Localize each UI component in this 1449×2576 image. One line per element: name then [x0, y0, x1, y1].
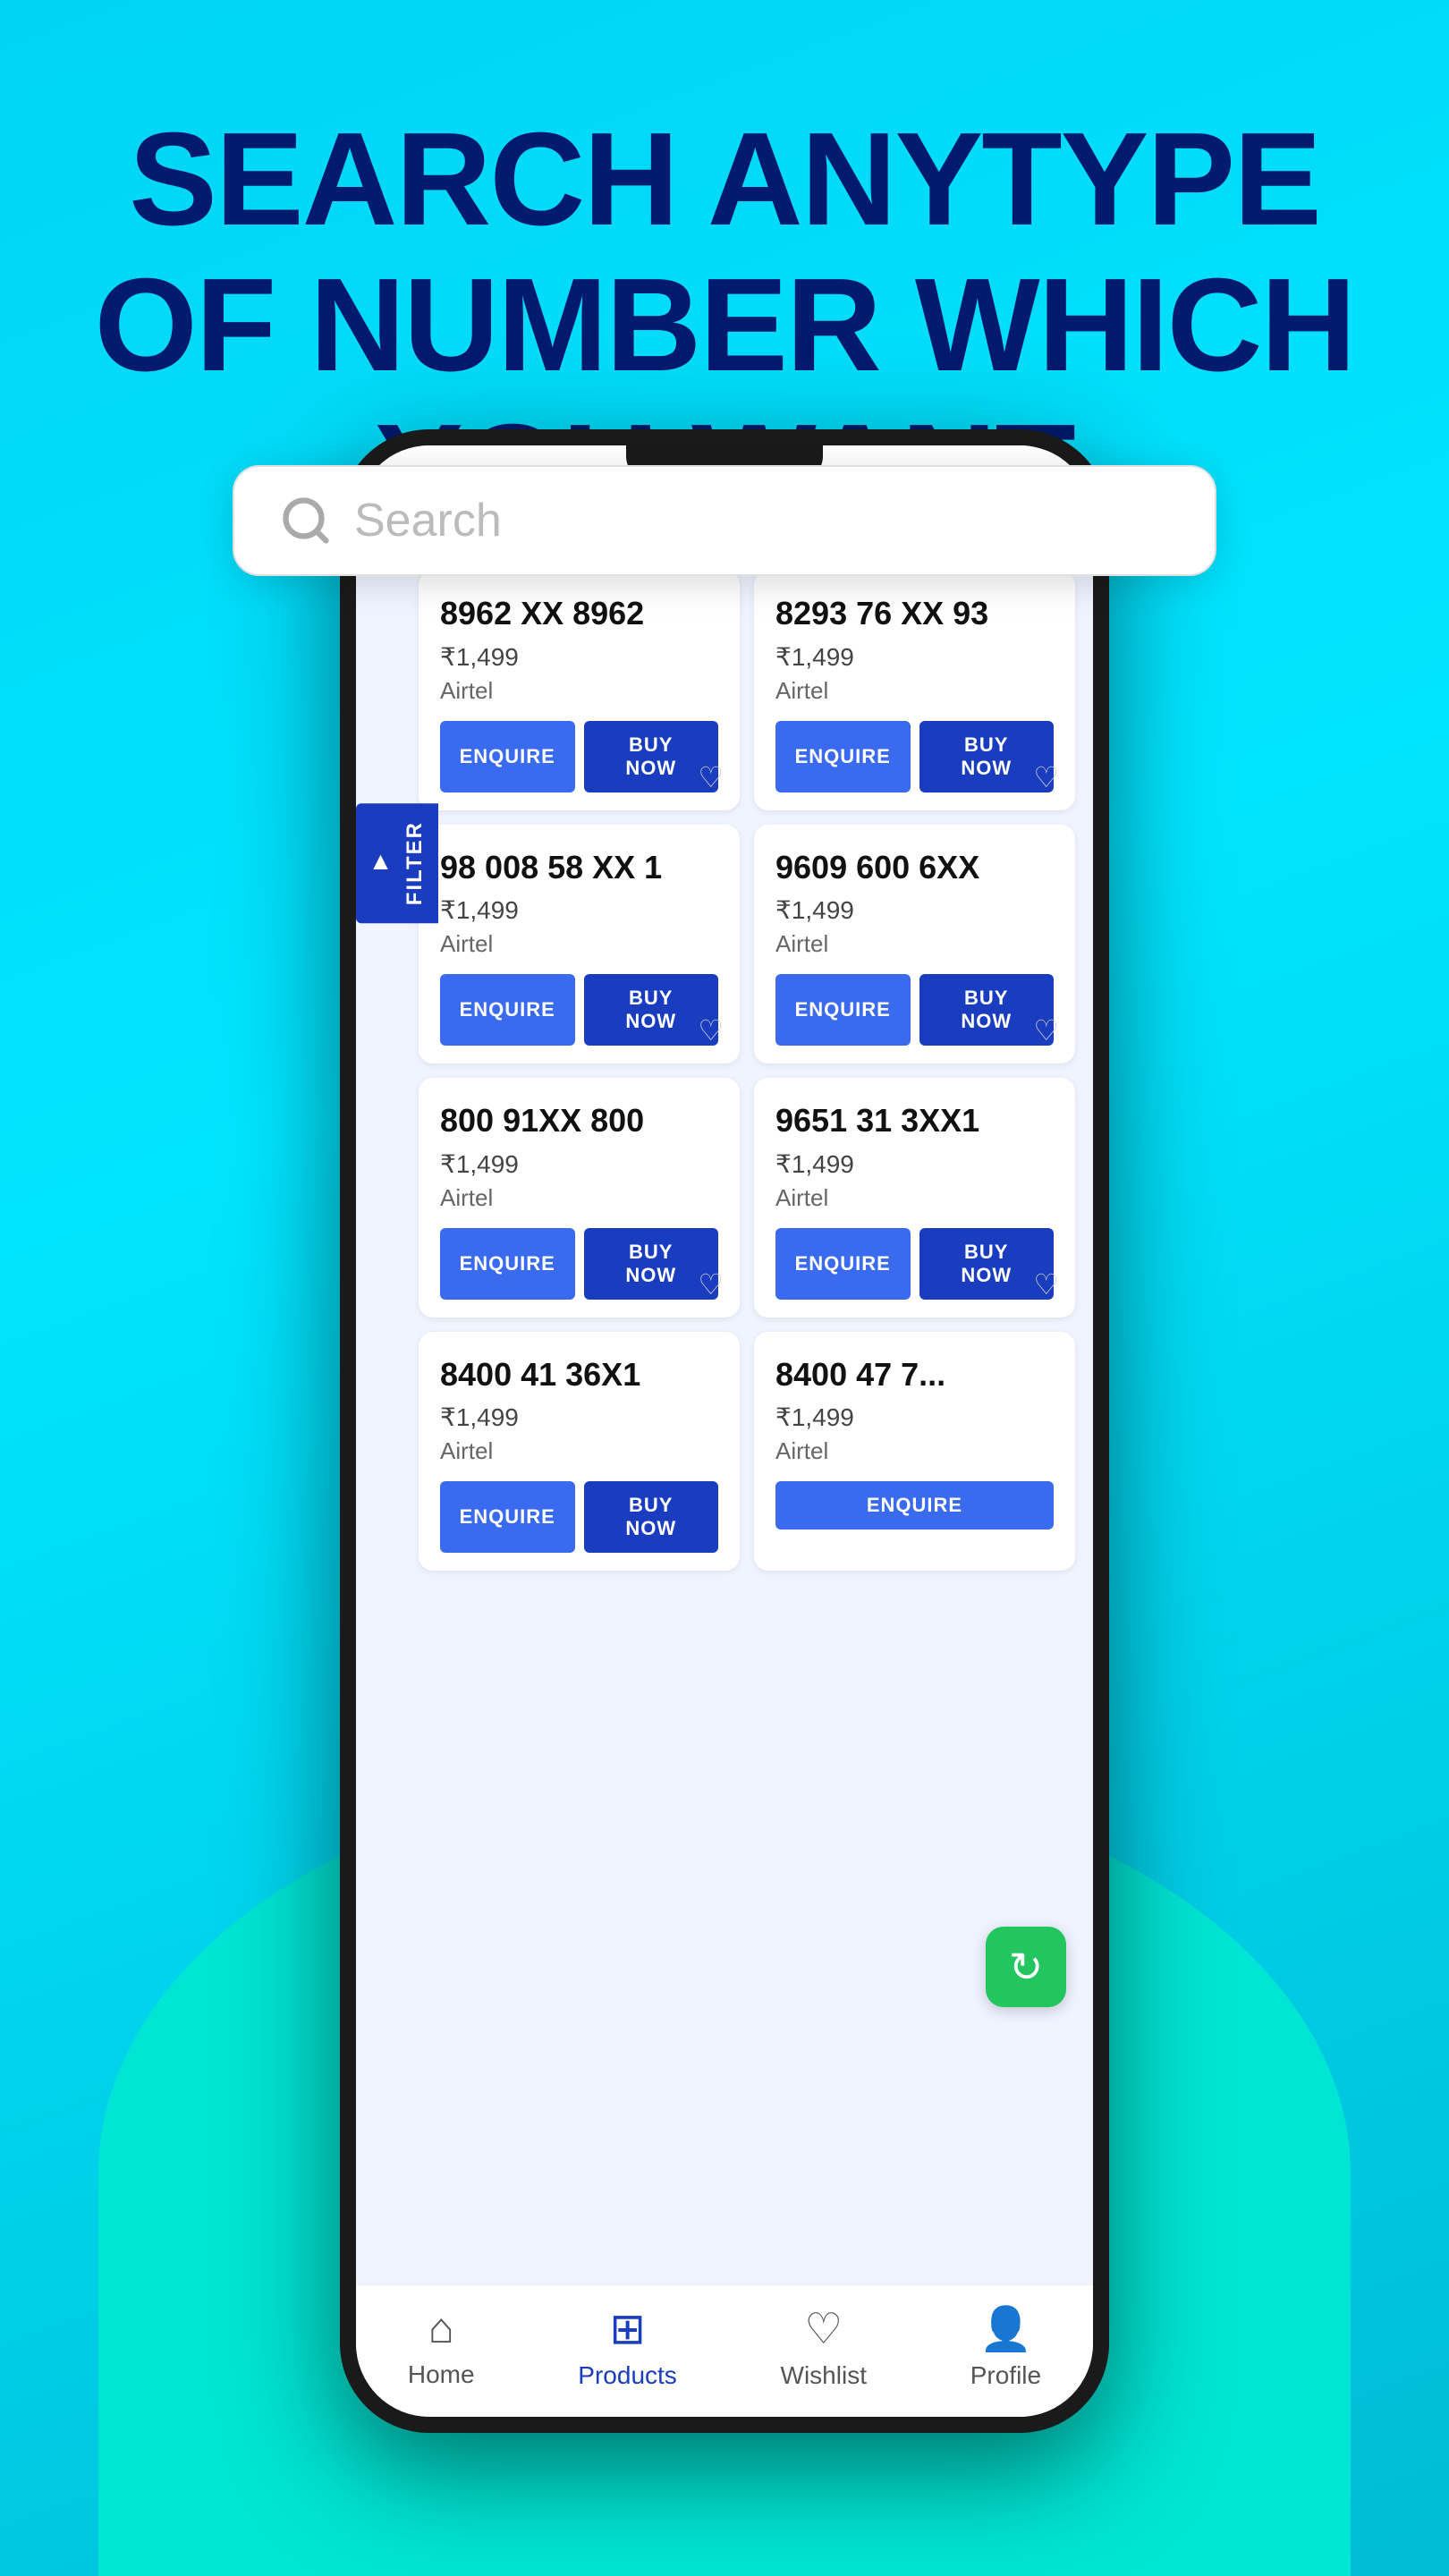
- buy-now-button[interactable]: BUY NOW: [584, 1481, 719, 1553]
- nav-products-label: Products: [578, 2361, 677, 2390]
- wishlist-heart-icon[interactable]: ♡: [698, 1267, 724, 1301]
- filter-tab[interactable]: ▼ FILTER: [356, 803, 438, 923]
- product-number: 8293 76 XX 93: [775, 596, 1054, 631]
- product-actions: ENQUIRE BUY NOW: [440, 1228, 718, 1300]
- enquire-button[interactable]: ENQUIRE: [775, 1481, 1054, 1530]
- product-card: 800 91XX 800 ₹1,499 Airtel ENQUIRE BUY N…: [419, 1078, 740, 1318]
- search-box[interactable]: Search: [233, 465, 1216, 576]
- nav-profile-label: Profile: [970, 2361, 1041, 2390]
- search-icon: [279, 494, 333, 547]
- enquire-button[interactable]: ENQUIRE: [440, 1481, 575, 1553]
- profile-icon: 👤: [979, 2303, 1033, 2354]
- product-number: 8400 41 36X1: [440, 1357, 718, 1393]
- wishlist-icon: ♡: [804, 2304, 843, 2354]
- wishlist-heart-icon[interactable]: ♡: [698, 1013, 724, 1047]
- product-actions: ENQUIRE: [775, 1481, 1054, 1530]
- product-price: ₹1,499: [440, 1149, 718, 1179]
- product-number: 8962 XX 8962: [440, 596, 718, 631]
- bottom-nav: ⌂ Home ⊞ Products ♡ Wishlist 👤 Profile: [356, 2284, 1093, 2417]
- product-carrier: Airtel: [775, 677, 1054, 705]
- product-actions: ENQUIRE BUY NOW: [440, 1481, 718, 1553]
- product-price: ₹1,499: [440, 1402, 718, 1432]
- wishlist-heart-icon[interactable]: ♡: [1033, 760, 1059, 794]
- product-carrier: Airtel: [440, 1184, 718, 1212]
- product-carrier: Airtel: [775, 1184, 1054, 1212]
- product-price: ₹1,499: [775, 895, 1054, 925]
- home-icon: ⌂: [428, 2304, 454, 2353]
- wishlist-heart-icon[interactable]: ♡: [1033, 1267, 1059, 1301]
- product-card: 98 008 58 XX 1 ₹1,499 Airtel ENQUIRE BUY…: [419, 825, 740, 1064]
- product-number: 8400 47 7...: [775, 1357, 1054, 1393]
- nav-wishlist-label: Wishlist: [781, 2361, 867, 2390]
- product-actions: ENQUIRE BUY NOW: [775, 1228, 1054, 1300]
- product-actions: ENQUIRE BUY NOW: [775, 974, 1054, 1046]
- product-card: 8962 XX 8962 ₹1,499 Airtel ENQUIRE BUY N…: [419, 571, 740, 810]
- product-price: ₹1,499: [440, 895, 718, 925]
- product-card: 8400 41 36X1 ₹1,499 Airtel ENQUIRE BUY N…: [419, 1332, 740, 1572]
- refresh-fab[interactable]: ↻: [986, 1927, 1066, 2007]
- product-actions: ENQUIRE BUY NOW: [775, 721, 1054, 792]
- products-grid: 8962 XX 8962 ₹1,499 Airtel ENQUIRE BUY N…: [374, 571, 1075, 1571]
- nav-products[interactable]: ⊞ Products: [578, 2304, 677, 2390]
- product-price: ₹1,499: [775, 1402, 1054, 1432]
- product-carrier: Airtel: [775, 1437, 1054, 1465]
- enquire-button[interactable]: ENQUIRE: [775, 974, 911, 1046]
- product-carrier: Airtel: [775, 930, 1054, 958]
- products-icon: ⊞: [609, 2304, 645, 2354]
- wishlist-heart-icon[interactable]: ♡: [698, 760, 724, 794]
- product-number: 98 008 58 XX 1: [440, 850, 718, 886]
- product-card: 9651 31 3XX1 ₹1,499 Airtel ENQUIRE BUY N…: [754, 1078, 1075, 1318]
- product-card: 8293 76 XX 93 ₹1,499 Airtel ENQUIRE BUY …: [754, 571, 1075, 810]
- product-carrier: Airtel: [440, 930, 718, 958]
- nav-profile[interactable]: 👤 Profile: [970, 2303, 1041, 2390]
- search-overlay: Search: [233, 465, 1216, 576]
- nav-home-label: Home: [408, 2360, 475, 2389]
- product-carrier: Airtel: [440, 677, 718, 705]
- filter-label: FILTER: [402, 821, 428, 905]
- enquire-button[interactable]: ENQUIRE: [440, 974, 575, 1046]
- phone-container: ▼ FILTER 8962 XX 8962 ₹1,499 Airtel ENQU…: [340, 429, 1109, 2433]
- product-price: ₹1,499: [775, 1149, 1054, 1179]
- enquire-button[interactable]: ENQUIRE: [775, 1228, 911, 1300]
- wishlist-heart-icon[interactable]: ♡: [1033, 1013, 1059, 1047]
- product-price: ₹1,499: [775, 642, 1054, 672]
- product-carrier: Airtel: [440, 1437, 718, 1465]
- nav-home[interactable]: ⌂ Home: [408, 2304, 475, 2389]
- product-actions: ENQUIRE BUY NOW: [440, 974, 718, 1046]
- search-input[interactable]: Search: [354, 494, 502, 547]
- product-card: 8400 47 7... ₹1,499 Airtel ENQUIRE: [754, 1332, 1075, 1572]
- filter-funnel-icon: ▼: [367, 849, 395, 878]
- product-number: 9651 31 3XX1: [775, 1103, 1054, 1139]
- product-card: 9609 600 6XX ₹1,499 Airtel ENQUIRE BUY N…: [754, 825, 1075, 1064]
- enquire-button[interactable]: ENQUIRE: [440, 1228, 575, 1300]
- enquire-button[interactable]: ENQUIRE: [440, 721, 575, 792]
- enquire-button[interactable]: ENQUIRE: [775, 721, 911, 792]
- product-actions: ENQUIRE BUY NOW: [440, 721, 718, 792]
- products-area: ▼ FILTER 8962 XX 8962 ₹1,499 Airtel ENQU…: [356, 553, 1093, 2284]
- phone-frame: ▼ FILTER 8962 XX 8962 ₹1,499 Airtel ENQU…: [340, 429, 1109, 2433]
- product-number: 9609 600 6XX: [775, 850, 1054, 886]
- phone-screen: ▼ FILTER 8962 XX 8962 ₹1,499 Airtel ENQU…: [356, 445, 1093, 2417]
- nav-wishlist[interactable]: ♡ Wishlist: [781, 2304, 867, 2390]
- product-number: 800 91XX 800: [440, 1103, 718, 1139]
- product-price: ₹1,499: [440, 642, 718, 672]
